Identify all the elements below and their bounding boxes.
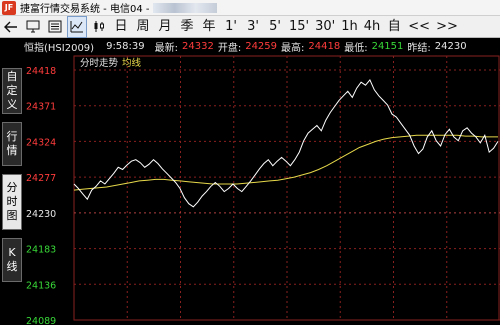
period-week[interactable]: 周 bbox=[134, 17, 152, 37]
report-button[interactable] bbox=[46, 17, 64, 37]
latest-value: 24332 bbox=[182, 40, 214, 52]
prev-close-label: 昨结: bbox=[407, 42, 431, 54]
tab-custom-label: 自 定 义 bbox=[6, 70, 18, 111]
intraday-chart[interactable]: 24418 24371 24324 24277 24230 24183 24136 24089… bbox=[24, 54, 500, 325]
period-4h[interactable]: 4h bbox=[363, 17, 382, 37]
latest-label: 最新: bbox=[154, 42, 179, 54]
back-button[interactable] bbox=[2, 17, 20, 37]
y-tick-label: 24324 bbox=[26, 137, 56, 148]
next-button[interactable]: >> bbox=[435, 17, 459, 37]
period-1min[interactable]: 1' bbox=[222, 17, 240, 37]
tab-kline-label: K 线 bbox=[6, 246, 18, 273]
kline-button[interactable] bbox=[90, 17, 108, 37]
app-logo-icon: JF bbox=[2, 0, 16, 15]
screen-button[interactable] bbox=[24, 17, 42, 37]
open-value: 24259 bbox=[245, 40, 278, 52]
candlestick-icon bbox=[94, 21, 104, 32]
high-label: 最高: bbox=[281, 42, 305, 54]
low-label: 最低: bbox=[344, 42, 368, 54]
quote-time: 9:58:39 bbox=[106, 40, 145, 52]
instrument-name: 恒指(HSI2009) bbox=[24, 42, 95, 54]
period-quarter[interactable]: 季 bbox=[178, 17, 196, 37]
period-30min[interactable]: 30' bbox=[314, 17, 336, 37]
legend-average: 均线 bbox=[122, 57, 142, 69]
period-5min[interactable]: 5' bbox=[266, 17, 284, 37]
period-month[interactable]: 月 bbox=[156, 17, 174, 37]
intraday-chart-button[interactable] bbox=[67, 15, 87, 38]
tab-quotes-label: 行 情 bbox=[6, 130, 18, 157]
period-year[interactable]: 年 bbox=[200, 17, 218, 37]
tab-quotes[interactable]: 行 情 bbox=[2, 122, 22, 166]
prev-button[interactable]: << bbox=[407, 17, 431, 37]
toolbar: 日 周 月 季 年 1' 3' 5' 15' 30' 1h 4h 自 << >> bbox=[0, 15, 500, 38]
legend-price: 分时走势 bbox=[80, 57, 119, 69]
average-line bbox=[73, 134, 498, 191]
y-tick-label: 24136 bbox=[26, 280, 56, 291]
quote-info-bar: 恒指(HSI2009) 9:58:39 最新: 24332 开盘: 24259 … bbox=[24, 38, 500, 54]
y-tick-label: 24418 bbox=[26, 66, 56, 77]
period-3min[interactable]: 3' bbox=[244, 17, 262, 37]
title-bar: JF 捷富行情交易系统 - 电信04 - bbox=[0, 0, 500, 16]
y-tick-label: 24277 bbox=[26, 173, 56, 184]
tab-custom[interactable]: 自 定 义 bbox=[2, 68, 22, 114]
monitor-icon bbox=[26, 20, 40, 33]
window-title: 捷富行情交易系统 - 电信04 - bbox=[20, 4, 150, 15]
period-custom[interactable]: 自 bbox=[385, 17, 403, 37]
line-chart-icon bbox=[70, 21, 83, 33]
tab-intraday[interactable]: 分 时 图 bbox=[2, 174, 22, 230]
open-label: 开盘: bbox=[217, 42, 242, 54]
y-tick-label: 24230 bbox=[26, 209, 56, 220]
high-value: 24418 bbox=[308, 40, 341, 52]
report-list-icon bbox=[48, 20, 62, 33]
tab-intraday-label: 分 时 图 bbox=[6, 181, 18, 222]
y-tick-label: 24183 bbox=[26, 245, 56, 256]
tab-kline[interactable]: K 线 bbox=[2, 238, 22, 282]
period-1h[interactable]: 1h bbox=[340, 17, 359, 37]
prev-close-value: 24230 bbox=[434, 40, 467, 52]
low-value: 24151 bbox=[371, 40, 404, 52]
chart-svg: 24418 24371 24324 24277 24230 24183 24136 24089… bbox=[26, 55, 500, 325]
period-15min[interactable]: 15' bbox=[288, 17, 310, 37]
arrow-left-icon bbox=[4, 21, 17, 32]
y-tick-label: 24089 bbox=[26, 316, 56, 325]
period-day[interactable]: 日 bbox=[112, 17, 130, 37]
side-tabs: 自 定 义 行 情 分 时 图 K 线 bbox=[0, 38, 24, 325]
price-line bbox=[73, 78, 499, 208]
y-tick-label: 24371 bbox=[26, 102, 56, 113]
title-blurred-text bbox=[153, 2, 218, 13]
